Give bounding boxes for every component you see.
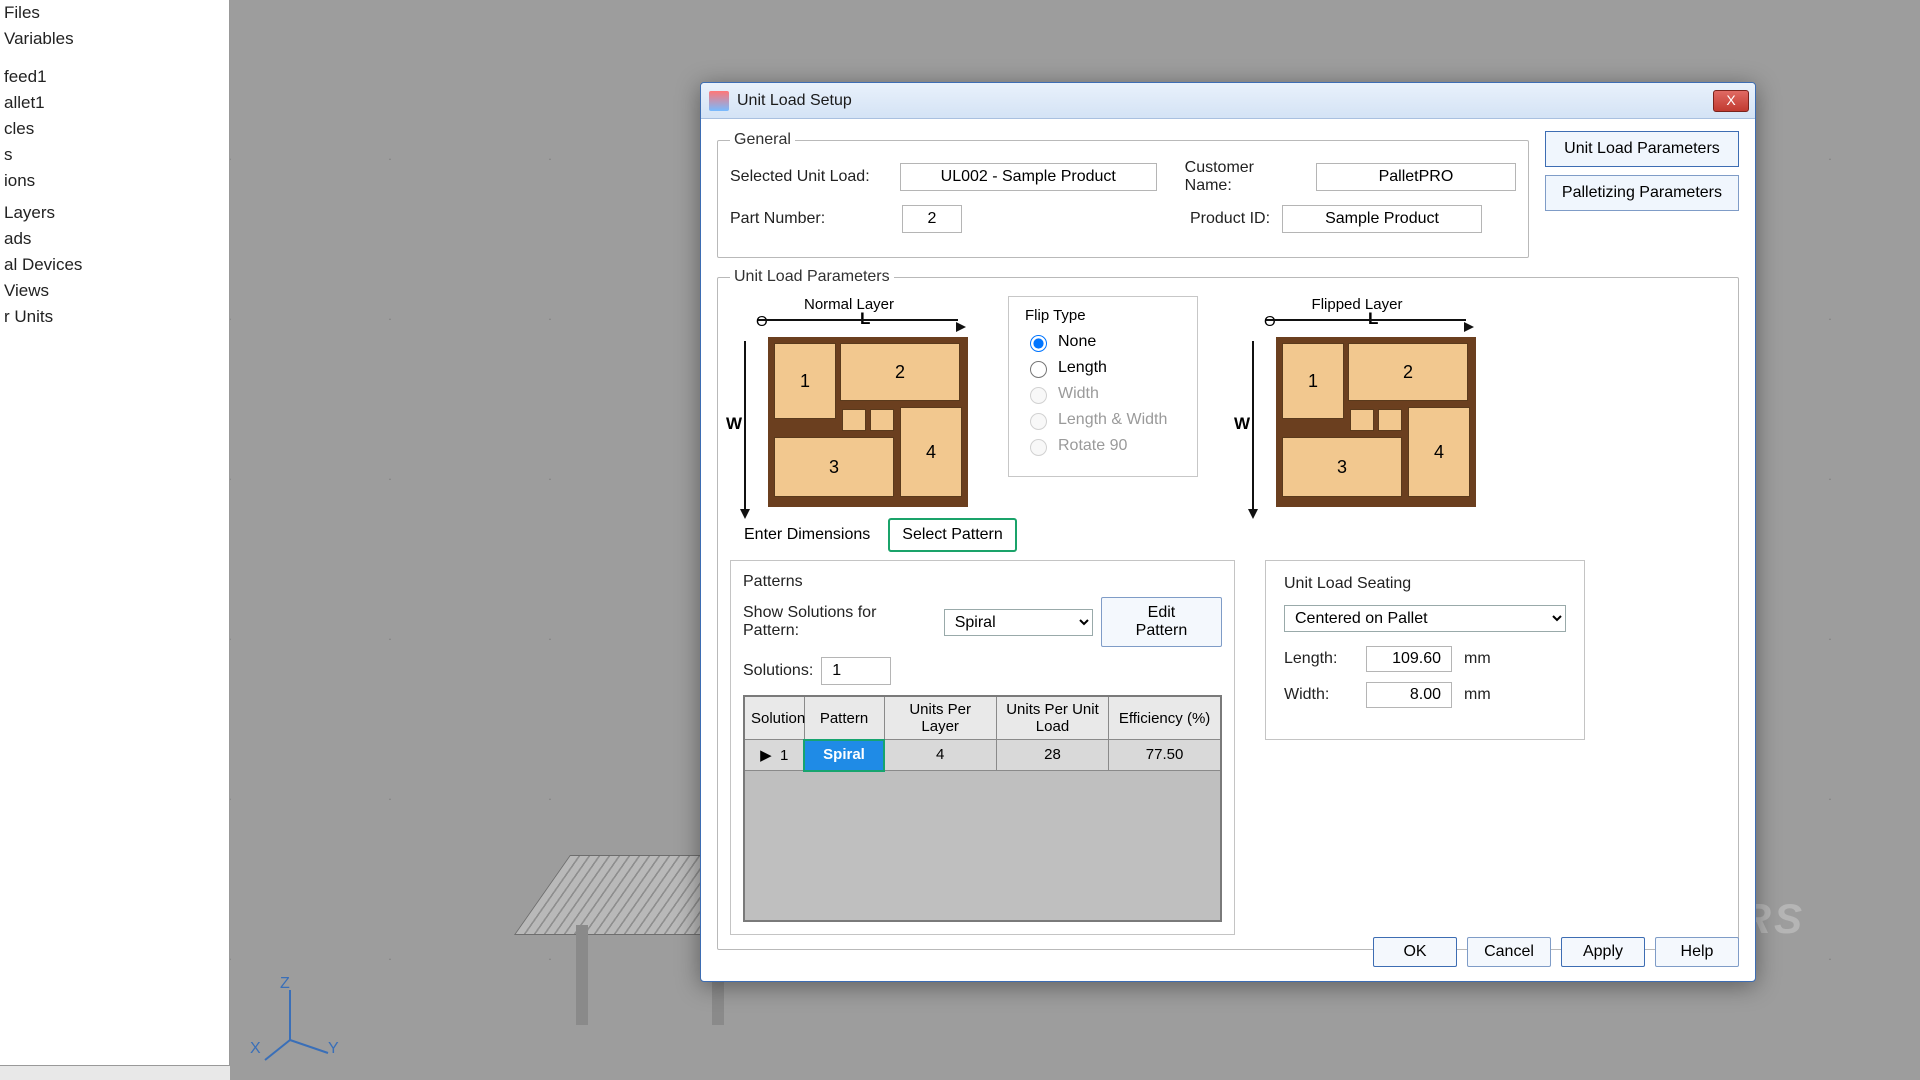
col-pattern[interactable]: Pattern [804,696,884,740]
pallet-box-3b: 3 [1282,437,1402,497]
col-eff[interactable]: Efficiency (%) [1109,696,1221,740]
tree-item[interactable]: al Devices [4,252,229,278]
flip-rotate90-radio: Rotate 90 [1025,436,1181,456]
pallet-box-4b: 4 [1408,407,1470,497]
seating-length-label: Length: [1284,650,1354,668]
dialog-titlebar[interactable]: Unit Load Setup X [701,83,1755,119]
row-marker-icon: ▶ [760,747,772,764]
app-icon [709,91,729,111]
tab-palletizing-parameters[interactable]: Palletizing Parameters [1545,175,1739,211]
flip-lw-radio: Length & Width [1025,410,1181,430]
flipped-layer-title: Flipped Layer [1238,296,1476,313]
customer-name-input[interactable] [1316,163,1516,191]
axis-o-label: O [756,313,768,330]
axis-w-label: W [726,414,742,434]
flip-length-radio[interactable]: Length [1025,358,1181,378]
seating-mode-select[interactable]: Centered on Pallet [1284,605,1566,632]
cell-upul: 28 [996,740,1108,771]
patterns-legend: Patterns [743,573,1222,591]
pallet-box-3: 3 [774,437,894,497]
selected-unit-load-label: Selected Unit Load: [730,168,888,186]
tree-item[interactable]: s [4,142,229,168]
general-legend: General [730,131,795,149]
seating-length-unit: mm [1464,650,1491,668]
pallet-box-2: 2 [840,343,960,401]
normal-layer-diagram: Normal Layer O L W 1 2 3 4 [730,296,968,512]
edit-pattern-button[interactable]: Edit Pattern [1101,597,1222,647]
flip-type-title: Flip Type [1025,307,1181,324]
tree-item[interactable]: allet1 [4,90,229,116]
unit-load-seating-group: Unit Load Seating Centered on Pallet Len… [1265,560,1585,740]
flip-width-radio: Width [1025,384,1181,404]
pallet-box-4: 4 [900,407,962,497]
product-id-label: Product ID: [1190,210,1270,228]
tree-item[interactable]: cles [4,116,229,142]
tree-item[interactable]: r Units [4,304,229,330]
patterns-group: Patterns Show Solutions for Pattern: Spi… [730,560,1235,935]
pallet-box-2b: 2 [1348,343,1468,401]
customer-name-label: Customer Name: [1185,159,1304,195]
seating-length-value: 109.60 [1366,646,1452,672]
cell-upl: 4 [884,740,996,771]
unit-load-setup-dialog: Unit Load Setup X General Selected Unit … [700,82,1756,982]
tab-enter-dimensions[interactable]: Enter Dimensions [730,518,884,552]
solutions-label: Solutions: [743,662,813,680]
product-id-input[interactable] [1282,205,1482,233]
flip-none-radio[interactable]: None [1025,332,1181,352]
pattern-select[interactable]: Spiral [944,609,1093,636]
normal-layer-title: Normal Layer [730,296,968,313]
table-row[interactable]: ▶ 1 Spiral 4 28 77.50 [744,740,1221,771]
cancel-button[interactable]: Cancel [1467,937,1551,967]
show-solutions-label: Show Solutions for Pattern: [743,604,936,640]
tree-item[interactable]: Files [4,0,229,26]
tree-item[interactable]: Views [4,278,229,304]
apply-button[interactable]: Apply [1561,937,1645,967]
col-upl[interactable]: Units Per Layer [884,696,996,740]
part-number-label: Part Number: [730,210,890,228]
part-number-value: 2 [902,205,962,233]
tree-item[interactable]: Variables [4,26,229,52]
seating-legend: Unit Load Seating [1284,575,1566,593]
cell-eff: 77.50 [1109,740,1221,771]
tree-item[interactable]: feed1 [4,64,229,90]
solutions-value: 1 [821,657,891,685]
tree-bottom-tab[interactable] [0,1065,230,1080]
tab-select-pattern[interactable]: Select Pattern [888,518,1017,552]
cell-pattern[interactable]: Spiral [804,740,884,771]
flipped-layer-diagram: Flipped Layer O L W 1 2 3 4 [1238,296,1476,512]
scene-tree-panel[interactable]: Files Variables feed1 allet1 cles s ions… [0,0,230,1065]
seating-width-value: 8.00 [1366,682,1452,708]
ok-button[interactable]: OK [1373,937,1457,967]
pallet-box-1b: 1 [1282,343,1344,419]
ulp-legend: Unit Load Parameters [730,268,894,286]
tab-unit-load-parameters[interactable]: Unit Load Parameters [1545,131,1739,167]
selected-unit-load-value: UL002 - Sample Product [900,163,1157,191]
dialog-title: Unit Load Setup [737,92,852,110]
close-button[interactable]: X [1713,90,1749,112]
col-upul[interactable]: Units Per Unit Load [996,696,1108,740]
seating-width-label: Width: [1284,686,1354,704]
axis-w-label-2: W [1234,414,1250,434]
tree-item[interactable]: ions [4,168,229,194]
solutions-table[interactable]: Solution Pattern Units Per Layer Units P… [743,695,1222,922]
flip-type-group: Flip Type None Length Width Length & Wid… [1008,296,1198,477]
seating-width-unit: mm [1464,686,1491,704]
cell-solution: 1 [780,747,788,764]
col-solution[interactable]: Solution [744,696,804,740]
pallet-box-1: 1 [774,343,836,419]
help-button[interactable]: Help [1655,937,1739,967]
tree-item[interactable]: ads [4,226,229,252]
tree-item[interactable]: Layers [4,200,229,226]
axis-o-label-2: O [1264,313,1276,330]
